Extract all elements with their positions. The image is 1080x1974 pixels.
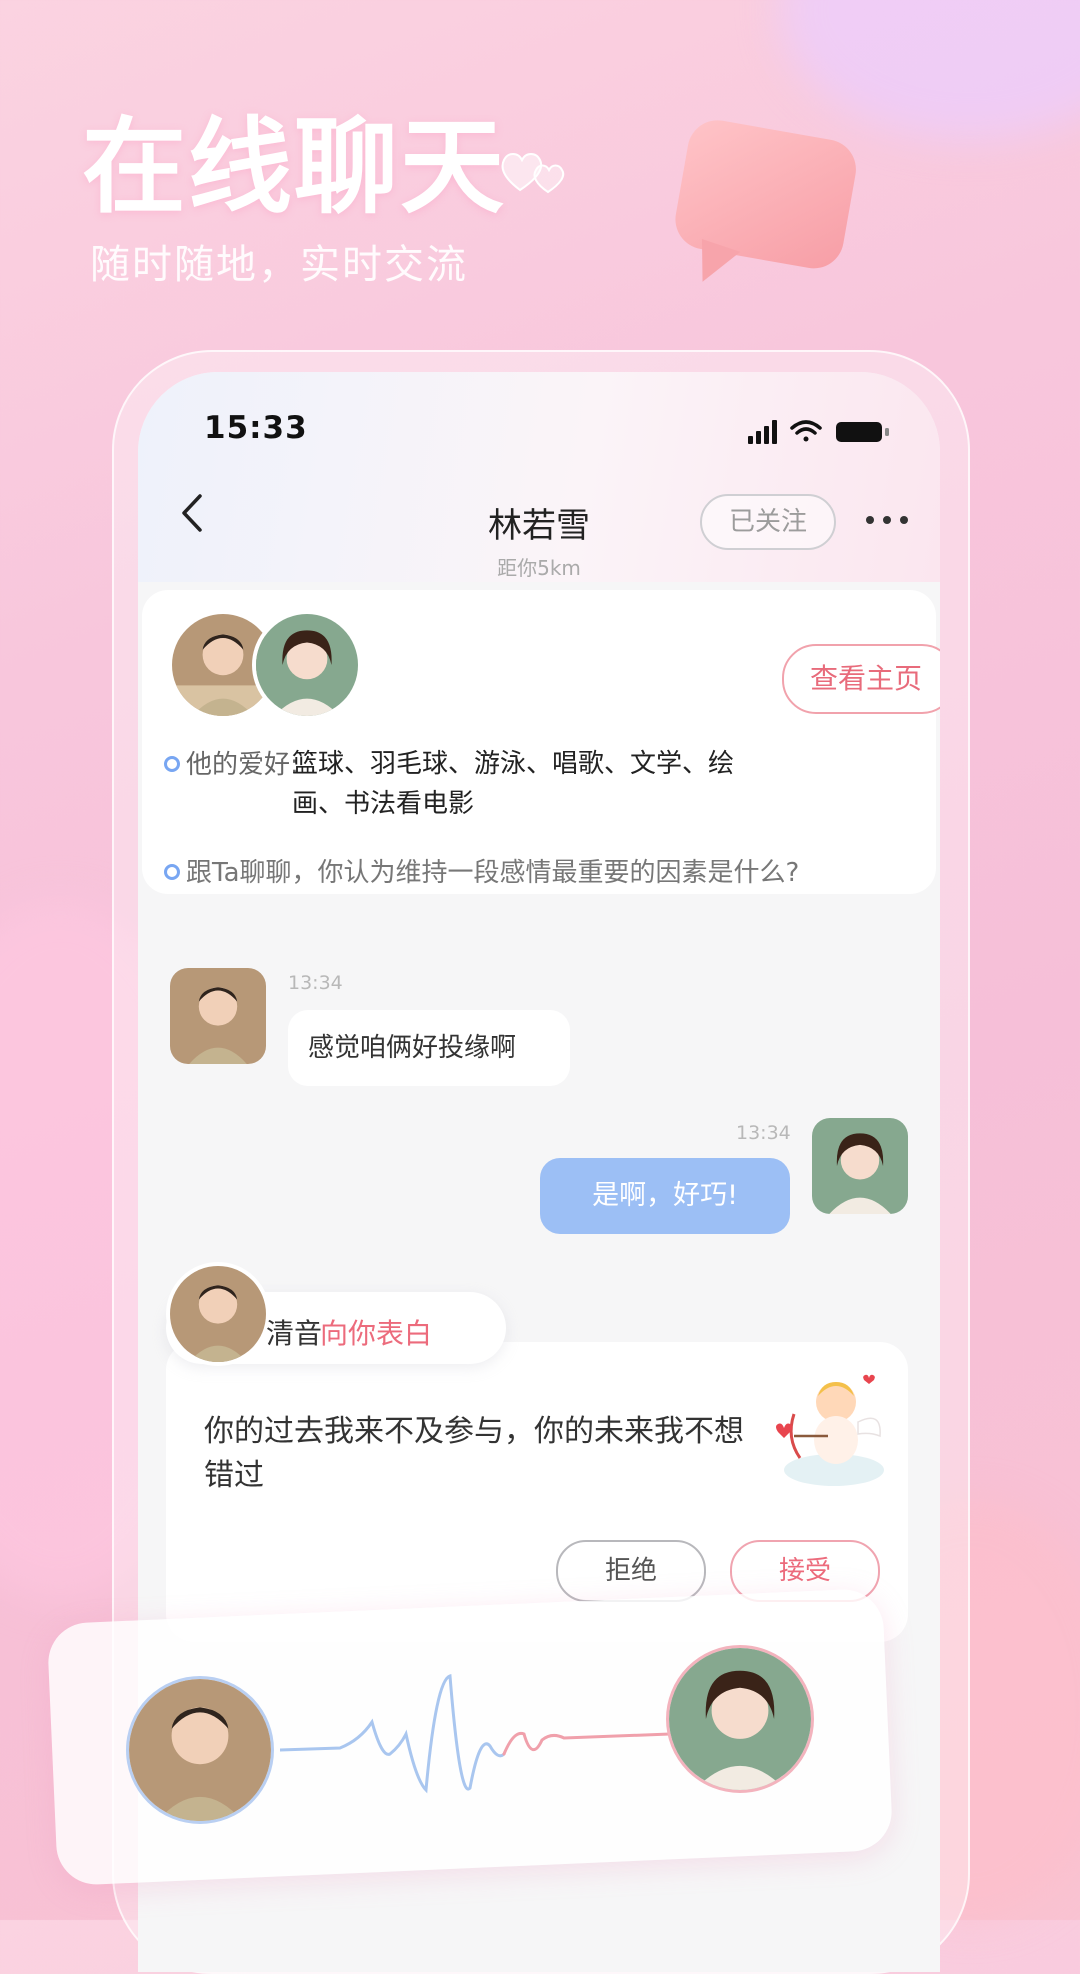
message-time: 13:34 bbox=[736, 1122, 791, 1144]
signal-icon bbox=[748, 420, 777, 444]
message-time: 13:34 bbox=[288, 972, 343, 994]
reject-button[interactable]: 拒绝 bbox=[556, 1540, 706, 1602]
contact-distance: 距你5km bbox=[497, 556, 581, 580]
female-avatar[interactable] bbox=[666, 1645, 814, 1793]
bullet-icon bbox=[164, 756, 180, 772]
more-horizontal-icon[interactable] bbox=[862, 508, 912, 532]
confession-action: 向你表白 bbox=[320, 1317, 433, 1350]
message-bubble-received[interactable]: 感觉咱俩好投缘啊 bbox=[288, 1010, 570, 1086]
followed-button[interactable]: 已关注 bbox=[700, 494, 836, 550]
cupid-icon bbox=[776, 1374, 884, 1486]
bullet-icon bbox=[164, 864, 180, 880]
voice-wave-icon bbox=[280, 1674, 670, 1794]
status-time: 15:33 bbox=[204, 410, 308, 446]
confession-text: 你的过去我来不及参与，你的未来我不想错过 bbox=[204, 1414, 744, 1493]
message-bubble-sent[interactable]: 是啊，好巧! bbox=[540, 1158, 790, 1234]
female-avatar[interactable] bbox=[812, 1118, 908, 1214]
female-avatar[interactable] bbox=[252, 610, 362, 720]
hero-title: 在线聊天 bbox=[82, 106, 507, 228]
chat-bubble-icon bbox=[675, 120, 856, 282]
topic-suggestion[interactable]: 跟Ta聊聊，你认为维持一段感情最重要的因素是什么? bbox=[186, 852, 799, 889]
profile-card: 查看主页 他的爱好: 篮球、羽毛球、游泳、唱歌、文学、绘画、书法看电影 跟Ta聊… bbox=[142, 590, 940, 894]
hobby-label: 他的爱好: bbox=[186, 750, 299, 780]
hero-subtitle: 随时随地，实时交流 bbox=[90, 242, 468, 288]
battery-icon bbox=[836, 422, 889, 442]
wifi-icon bbox=[790, 420, 822, 442]
confession-sender: 清音 bbox=[266, 1317, 323, 1350]
male-avatar[interactable] bbox=[166, 1262, 270, 1366]
hearts-icon bbox=[501, 153, 565, 194]
view-profile-button[interactable]: 查看主页 bbox=[782, 644, 940, 714]
status-icons bbox=[748, 420, 889, 444]
male-avatar[interactable] bbox=[126, 1676, 274, 1824]
hobby-value: 篮球、羽毛球、游泳、唱歌、文学、绘画、书法看电影 bbox=[292, 749, 735, 819]
male-avatar[interactable] bbox=[170, 968, 266, 1064]
